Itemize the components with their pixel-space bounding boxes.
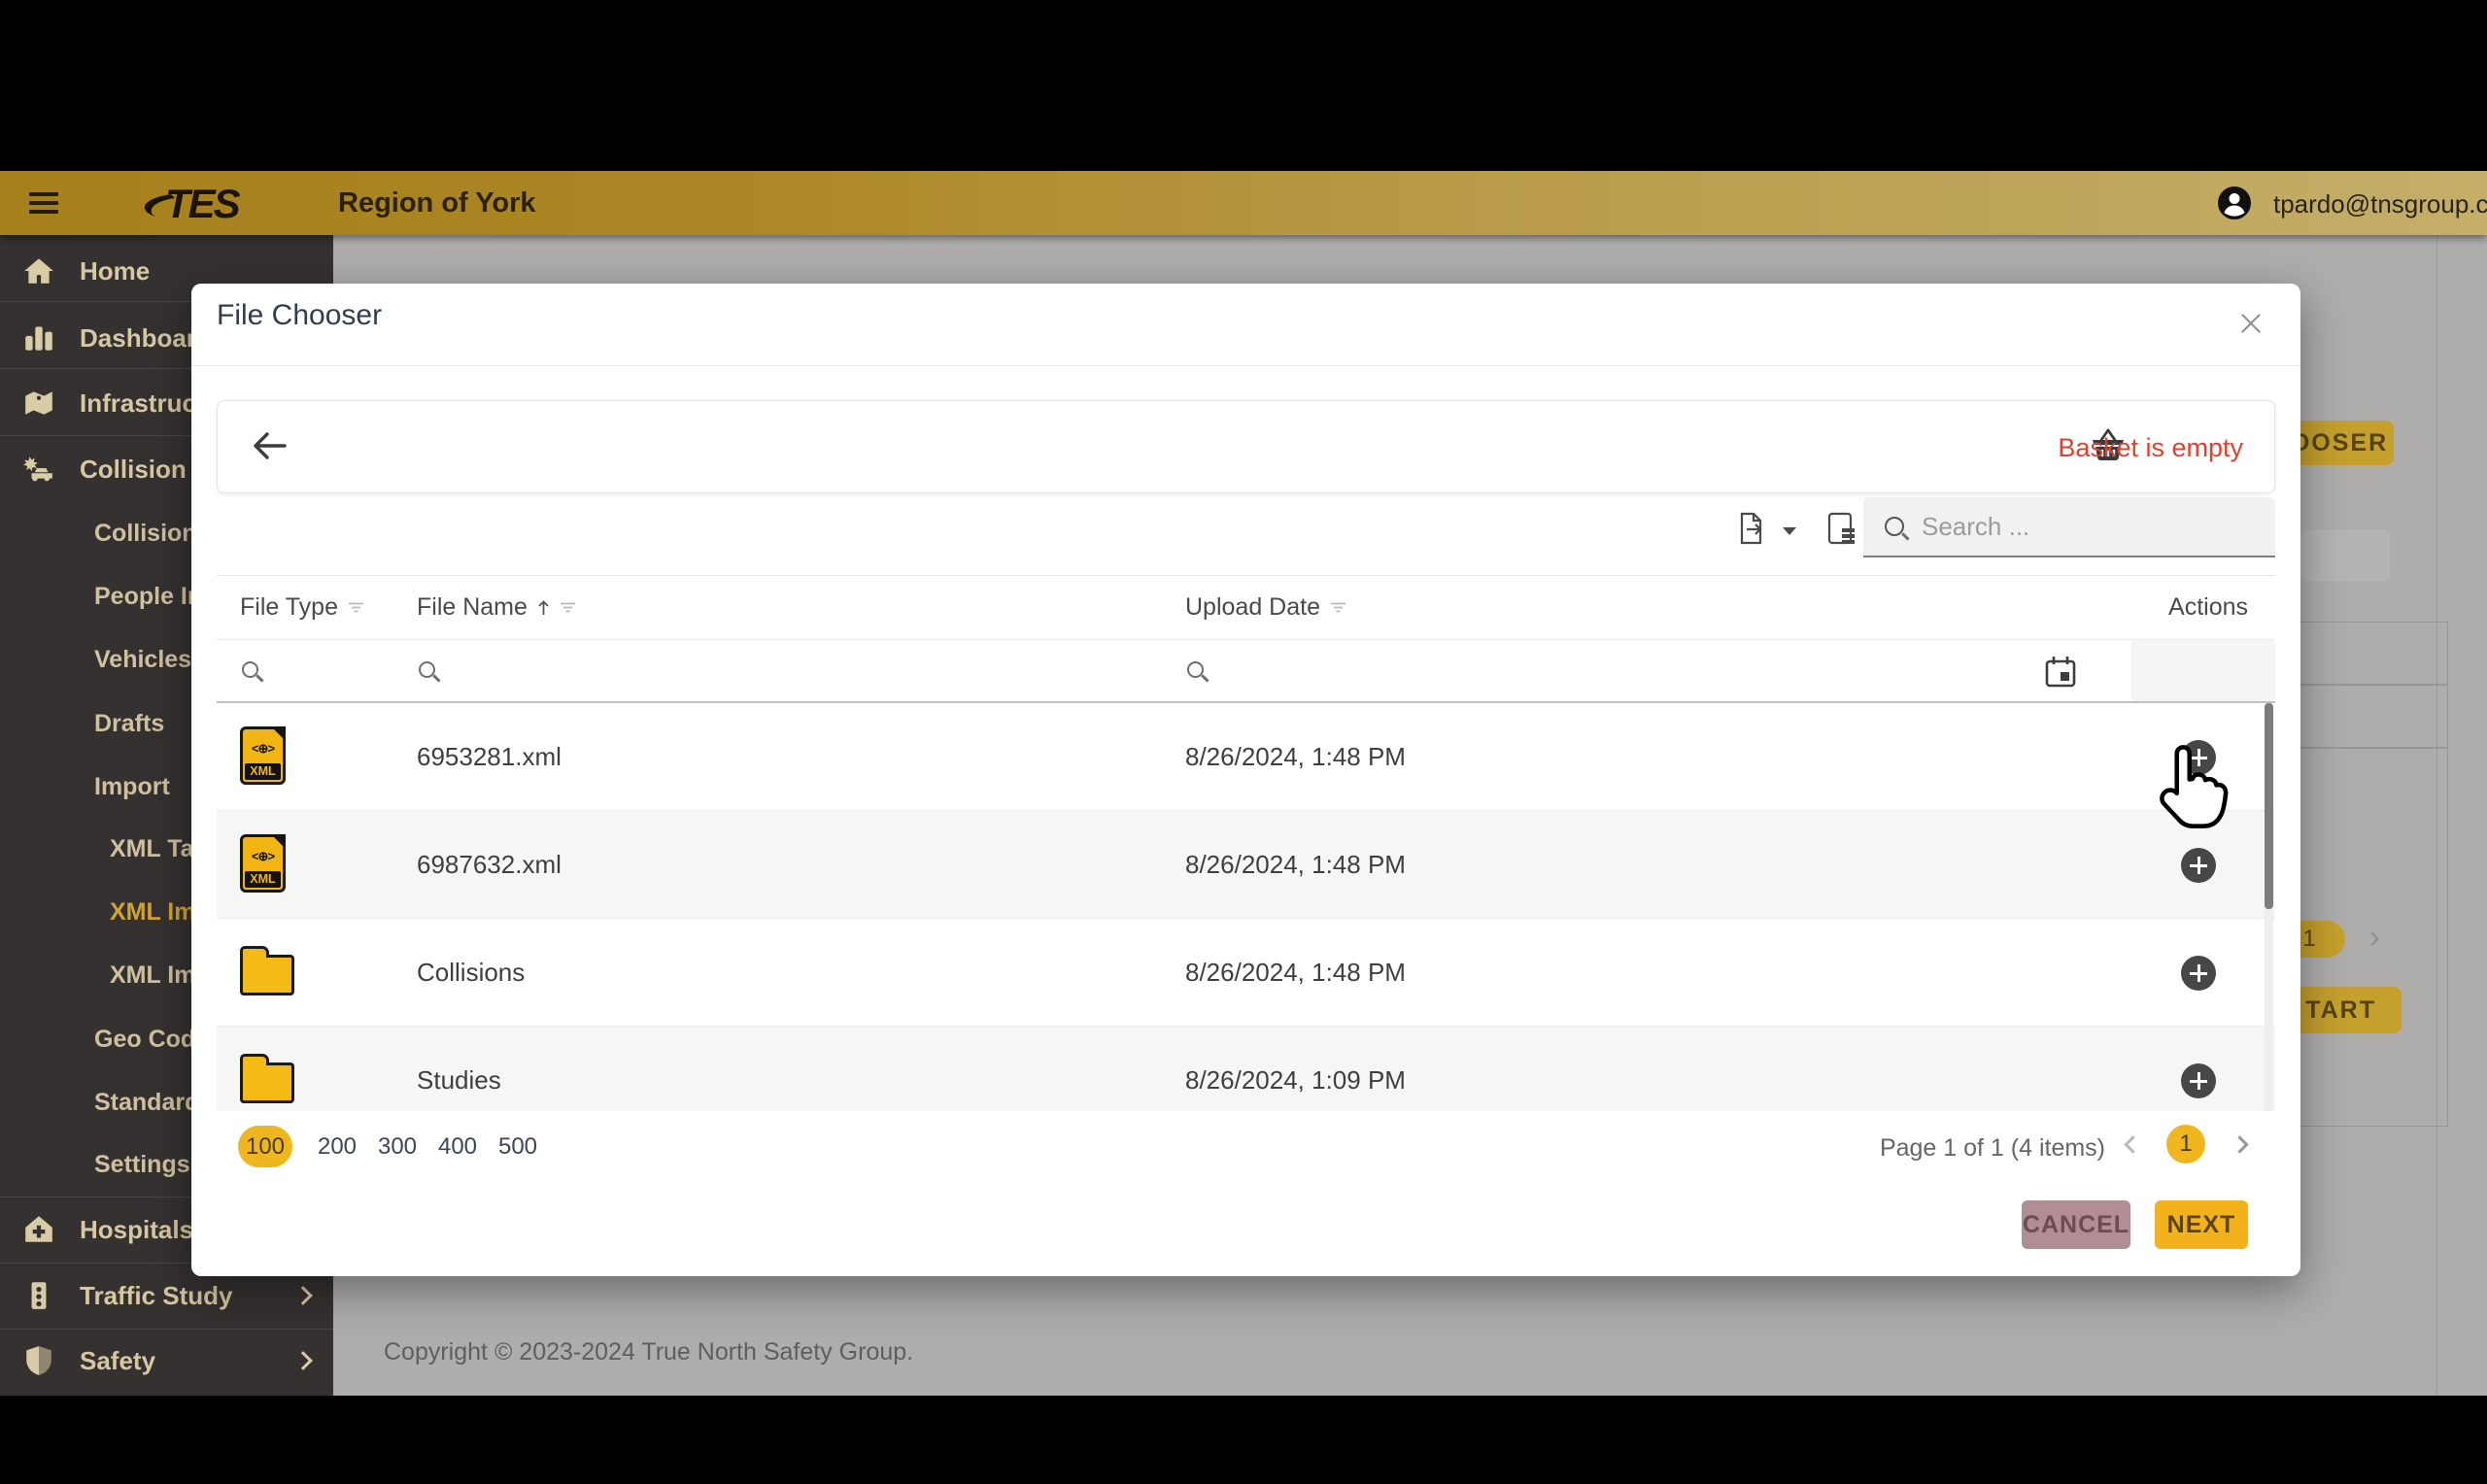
page-size-100[interactable]: 100 — [238, 1126, 292, 1167]
upload-date: 8/26/2024, 1:48 PM — [1185, 742, 1406, 771]
search-input[interactable] — [1922, 511, 2242, 542]
map-icon — [21, 386, 56, 421]
page-size-500[interactable]: 500 — [491, 1126, 545, 1167]
search-icon — [1885, 517, 1904, 536]
add-to-basket-button[interactable] — [2181, 740, 2216, 775]
actions-filter-cell — [2131, 640, 2275, 701]
page-summary: Page 1 of 1 (4 items) — [1879, 1134, 2105, 1162]
file-name: 6953281.xml — [417, 742, 562, 771]
folder-icon — [240, 946, 294, 995]
export-icon[interactable] — [1736, 511, 1769, 551]
column-header-actions: Actions — [2168, 593, 2248, 621]
cancel-button[interactable]: CANCEL — [2022, 1200, 2130, 1249]
calendar-icon[interactable] — [2042, 654, 2079, 695]
table-row-xml-1[interactable]: <⊕> XML 6953281.xml 8/26/2024, 1:48 PM — [217, 703, 2275, 811]
column-header-upload-date[interactable]: Upload Date — [1185, 593, 1346, 622]
chevron-right-icon — [293, 1286, 313, 1305]
export-dropdown-caret-icon[interactable] — [1783, 526, 1796, 535]
next-page-icon[interactable] — [2231, 1135, 2249, 1154]
add-to-basket-button[interactable] — [2181, 848, 2216, 883]
page-size-200[interactable]: 200 — [310, 1126, 364, 1167]
pagination-bar: 100 200 300 400 500 Page 1 of 1 (4 items… — [217, 1111, 2275, 1183]
filter-icon[interactable] — [1330, 601, 1346, 614]
table-row-folder-studies[interactable]: Studies 8/26/2024, 1:09 PM — [217, 1027, 2275, 1111]
column-header-file-name[interactable]: File Name — [417, 593, 576, 622]
close-icon[interactable] — [2234, 309, 2266, 340]
xml-file-icon: <⊕> XML — [240, 726, 286, 785]
background-next-chevron-icon[interactable]: › — [2369, 919, 2380, 955]
bar-chart-icon — [21, 320, 56, 355]
dialog-title: File Chooser — [217, 299, 383, 331]
file-name-filter-icon[interactable] — [419, 661, 435, 678]
upload-date: 8/26/2024, 1:48 PM — [1185, 850, 1406, 879]
filter-icon[interactable] — [560, 601, 576, 614]
home-icon — [21, 253, 56, 288]
copyright-text: Copyright © 2023-2024 True North Safety … — [384, 1338, 914, 1366]
column-chooser-icon[interactable] — [1825, 511, 1858, 551]
app-header: TES Region of York tpardo@tnsgroup.ca — [0, 171, 2487, 235]
hamburger-menu-icon[interactable] — [29, 187, 62, 219]
screen: TES Region of York tpardo@tnsgroup.ca Ho… — [0, 0, 2487, 1484]
file-name: Collisions — [417, 958, 526, 987]
table-row-folder-collisions[interactable]: Collisions 8/26/2024, 1:48 PM — [217, 919, 2275, 1027]
background-panel — [2300, 529, 2390, 582]
chevron-right-icon — [293, 1351, 313, 1370]
traffic-light-icon — [21, 1278, 56, 1313]
letterbox-top — [0, 0, 2487, 171]
logo-text: TES — [165, 181, 241, 226]
xml-file-icon: <⊕> XML — [240, 834, 286, 893]
hospital-icon — [21, 1212, 56, 1247]
add-to-basket-button[interactable] — [2181, 956, 2216, 991]
basket-status: Basket is empty — [2058, 433, 2243, 462]
tes-logo: TES — [144, 179, 264, 227]
folder-icon — [240, 1054, 294, 1103]
file-chooser-background-button[interactable]: OOSER — [2285, 421, 2394, 465]
file-name: Studies — [417, 1065, 501, 1095]
search-box — [1863, 497, 2275, 557]
add-to-basket-button[interactable] — [2181, 1063, 2216, 1098]
title-divider — [191, 365, 2300, 366]
scrollbar-thumb[interactable] — [2265, 703, 2273, 909]
page-title: Region of York — [338, 187, 536, 219]
upload-date-filter-icon[interactable] — [1187, 661, 1204, 678]
shield-icon — [21, 1343, 56, 1378]
file-name: 6987632.xml — [417, 850, 562, 879]
user-email: tpardo@tnsgroup.ca — [2273, 189, 2487, 219]
back-arrow-icon[interactable] — [251, 430, 288, 466]
previous-page-icon[interactable] — [2124, 1135, 2142, 1154]
file-type-filter-icon[interactable] — [242, 661, 258, 678]
upload-date: 8/26/2024, 1:48 PM — [1185, 958, 1406, 987]
letterbox-bottom — [0, 1396, 2487, 1484]
filter-icon[interactable] — [348, 601, 364, 614]
user-avatar-icon[interactable] — [2217, 186, 2252, 225]
page-size-300[interactable]: 300 — [370, 1126, 425, 1167]
background-divider — [2436, 235, 2437, 1396]
file-chooser-dialog: File Chooser Basket is empty Search ... … — [191, 284, 2300, 1276]
table-row-xml-2[interactable]: <⊕> XML 6987632.xml 8/26/2024, 1:48 PM — [217, 811, 2275, 919]
page-size-400[interactable]: 400 — [430, 1126, 485, 1167]
next-button[interactable]: NEXT — [2155, 1200, 2248, 1249]
navigation-card: Basket is empty — [217, 400, 2275, 493]
table-body: <⊕> XML 6953281.xml 8/26/2024, 1:48 PM <… — [217, 703, 2275, 1111]
sidebar-item-safety[interactable]: Safety — [0, 1330, 333, 1392]
collision-icon — [21, 452, 56, 487]
table-filter-row — [217, 639, 2275, 703]
current-page-button[interactable]: 1 — [2166, 1125, 2205, 1164]
table-header: File Type File Name Upload Date Actions — [217, 575, 2275, 639]
upload-date: 8/26/2024, 1:09 PM — [1185, 1065, 1406, 1095]
sort-ascending-icon — [538, 599, 549, 615]
column-header-file-type[interactable]: File Type — [240, 593, 364, 622]
